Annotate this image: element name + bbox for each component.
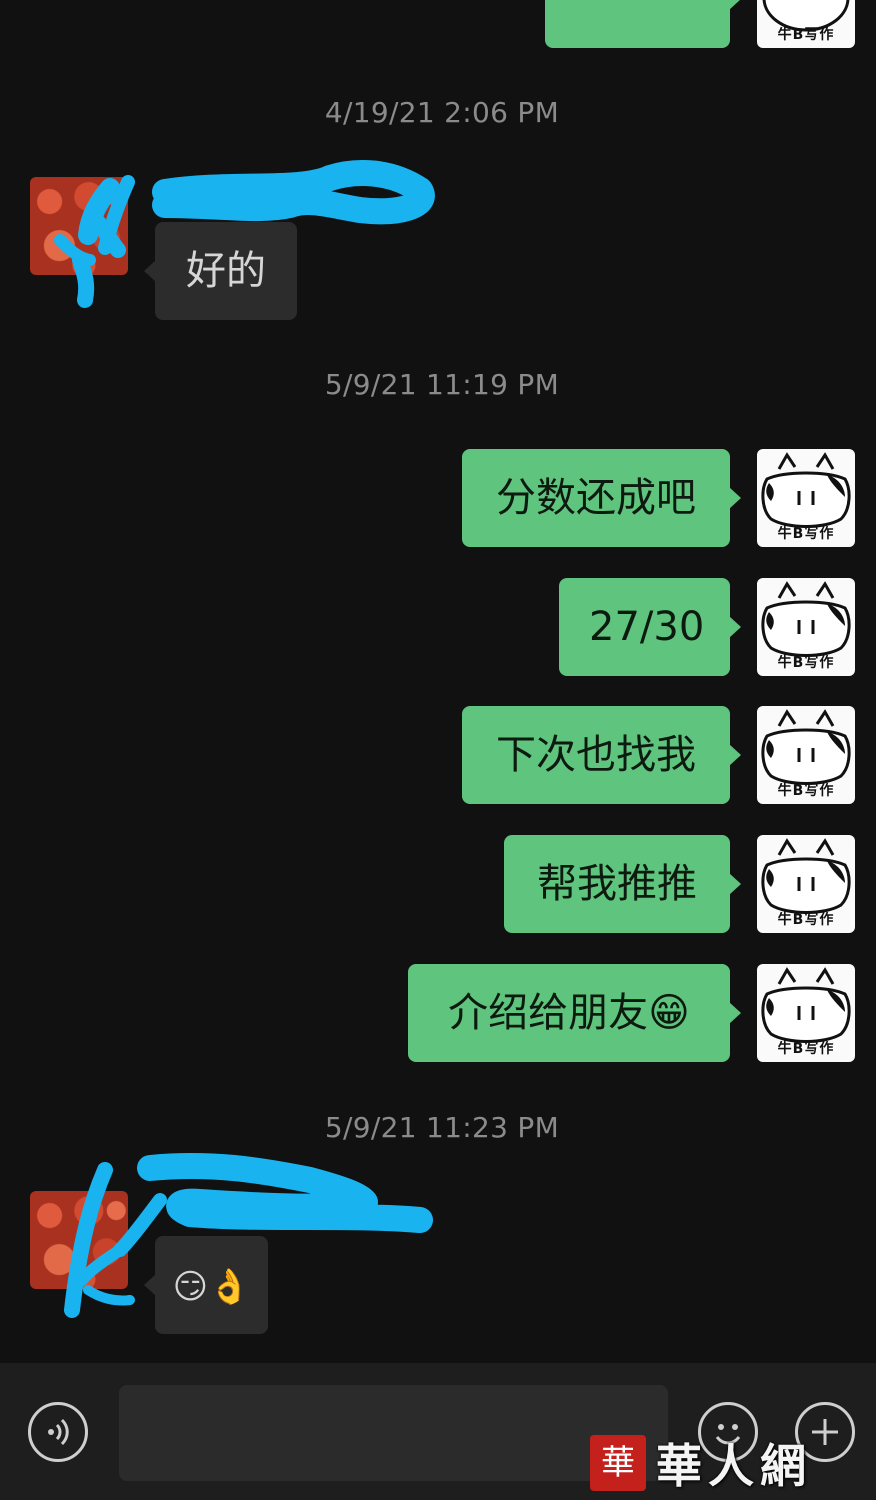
voice-button[interactable]	[28, 1402, 88, 1462]
message-bubble-sent[interactable]: 下次也找我	[462, 706, 741, 804]
avatar-contact[interactable]	[30, 1191, 128, 1289]
message-bubble-sent[interactable]: 介绍给朋友😁	[408, 964, 741, 1062]
avatar-label: 牛B写作	[777, 655, 835, 671]
message-bubble-sent[interactable]: 27/30	[559, 578, 741, 676]
watermark-seal: 華	[590, 1435, 646, 1491]
message-input[interactable]	[119, 1385, 668, 1481]
grin-emoji-icon: 😁	[648, 990, 690, 1036]
voice-icon	[48, 1418, 69, 1446]
message-bubble-received[interactable]: 好的	[144, 222, 297, 320]
avatar-self[interactable]: 牛B写作	[757, 449, 855, 547]
redaction-scribble	[54, 160, 435, 308]
avatar-self[interactable]: 牛B写作	[757, 835, 855, 933]
avatar-contact[interactable]	[30, 177, 128, 275]
watermark-text: 華人網	[656, 1439, 812, 1493]
avatar-self[interactable]: 牛B写作	[757, 706, 855, 804]
timestamp: 5/9/21 11:19 PM	[324, 368, 560, 401]
message-bubble-sent[interactable]: 分数还成吧	[462, 449, 741, 547]
avatar-label: 牛B写作	[777, 526, 835, 542]
timestamp: 4/19/21 2:06 PM	[324, 96, 560, 129]
avatar-label: 牛B写作	[777, 783, 835, 799]
message-bubble-received[interactable]: 😏👌	[144, 1236, 268, 1334]
message-bubble-sent[interactable]: 帮我推推	[504, 835, 741, 933]
avatar-self[interactable]: 牛B写作	[757, 578, 855, 676]
smirk-emoji-icon: 😏👌	[172, 1267, 251, 1307]
message-bubble-sent-partial[interactable]	[545, 0, 741, 48]
avatar-self[interactable]: 牛B写作	[757, 964, 855, 1062]
watermark: 華 華人網	[590, 1432, 812, 1494]
avatar-label: 牛B写作	[777, 27, 835, 43]
message-text: 介绍给朋友	[448, 990, 649, 1036]
avatar-self[interactable]: 牛B写作	[757, 0, 855, 48]
timestamp: 5/9/21 11:23 PM	[324, 1111, 560, 1144]
avatar-label: 牛B写作	[777, 1041, 835, 1057]
avatar-label: 牛B写作	[777, 912, 835, 928]
redaction-scribble	[64, 1152, 433, 1318]
